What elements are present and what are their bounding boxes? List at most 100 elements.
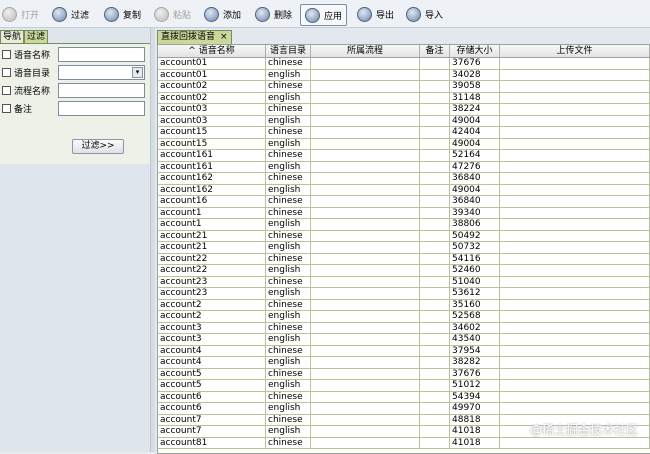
table-row[interactable]: account02 chinese 39058 bbox=[158, 81, 650, 93]
col-size-cell: 38224 bbox=[450, 104, 500, 116]
col-upload-cell bbox=[500, 380, 650, 392]
col-voice-name-cell: account15 bbox=[158, 138, 266, 150]
table-row[interactable]: account6 chinese 54394 bbox=[158, 391, 650, 403]
col-flow-cell bbox=[311, 380, 420, 392]
col-upload-header[interactable]: 上传文件 bbox=[500, 45, 650, 57]
col-language-header[interactable]: 语言目录 bbox=[266, 45, 311, 57]
col-voice-name-cell: account1 bbox=[158, 219, 266, 231]
col-flow-cell bbox=[311, 196, 420, 208]
tab-filter[interactable]: 过滤 bbox=[24, 30, 49, 44]
chevron-down-icon[interactable]: ▾ bbox=[132, 67, 143, 78]
flow-name-label: 流程名称 bbox=[14, 87, 51, 97]
table-row[interactable]: account22 english 52460 bbox=[158, 265, 650, 277]
col-language-cell: chinese bbox=[266, 276, 311, 288]
col-language-cell: chinese bbox=[266, 196, 311, 208]
col-language-cell: english bbox=[266, 242, 311, 254]
table-row[interactable]: account162 english 49004 bbox=[158, 184, 650, 196]
main-panel: 直拨回拨语音 × ^ 语音名称 语言目录 所属流程 备注 存储大小 上传文件 accoun… bbox=[155, 28, 650, 454]
close-icon[interactable]: × bbox=[220, 31, 228, 44]
col-upload-cell bbox=[500, 161, 650, 173]
flow-name-checkbox[interactable] bbox=[2, 86, 11, 95]
table-row[interactable]: account162 chinese 36840 bbox=[158, 173, 650, 185]
col-remark-cell bbox=[420, 150, 450, 162]
table-row[interactable]: account3 chinese 34602 bbox=[158, 322, 650, 334]
col-voice-name-cell: account162 bbox=[158, 184, 266, 196]
remark-input[interactable] bbox=[58, 101, 145, 116]
table-row[interactable]: account23 chinese 51040 bbox=[158, 276, 650, 288]
col-remark-cell bbox=[420, 437, 450, 449]
table-row[interactable]: account161 english 47276 bbox=[158, 161, 650, 173]
filter-toolbar-button[interactable]: 过滤 bbox=[52, 4, 89, 24]
table-row[interactable]: account16 chinese 36840 bbox=[158, 196, 650, 208]
tab-direct-callback-voice[interactable]: 直拨回拨语音 × bbox=[157, 30, 232, 44]
toolbar-button-label: 粘贴 bbox=[173, 10, 192, 21]
col-flow-cell bbox=[311, 391, 420, 403]
table-row[interactable]: account6 english 49970 bbox=[158, 403, 650, 415]
table-row[interactable]: account1 english 38806 bbox=[158, 219, 650, 231]
table-row[interactable]: account81 chinese 41018 bbox=[158, 437, 650, 449]
table-row[interactable]: account15 chinese 42404 bbox=[158, 127, 650, 139]
voice-dir-checkbox[interactable] bbox=[2, 68, 11, 77]
open-button[interactable]: 打开 bbox=[2, 4, 39, 24]
export-button[interactable]: 导出 bbox=[357, 4, 394, 24]
col-size-cell: 50732 bbox=[450, 242, 500, 254]
voice-name-checkbox[interactable] bbox=[2, 50, 11, 59]
col-remark-header[interactable]: 备注 bbox=[420, 45, 450, 57]
table-row[interactable]: account21 english 50732 bbox=[158, 242, 650, 254]
paste-icon bbox=[154, 6, 169, 22]
import-icon bbox=[406, 6, 421, 22]
col-size-cell: 42404 bbox=[450, 127, 500, 139]
delete-button[interactable]: 删除 bbox=[255, 4, 292, 24]
tab-nav[interactable]: 导航 bbox=[0, 30, 25, 44]
col-size-cell: 47276 bbox=[450, 161, 500, 173]
voice-name-input[interactable] bbox=[58, 47, 145, 62]
col-size-header[interactable]: 存储大小 bbox=[450, 45, 500, 57]
voice-dir-select[interactable]: ▾ bbox=[58, 65, 145, 80]
table-row[interactable]: account161 chinese 52164 bbox=[158, 150, 650, 162]
col-size-cell: 54116 bbox=[450, 253, 500, 265]
table-row[interactable]: account5 english 51012 bbox=[158, 380, 650, 392]
table-row[interactable]: account4 chinese 37954 bbox=[158, 345, 650, 357]
col-language-cell: chinese bbox=[266, 368, 311, 380]
table-row[interactable]: account01 chinese 37676 bbox=[158, 58, 650, 70]
table-row[interactable]: account1 chinese 39340 bbox=[158, 207, 650, 219]
table-row[interactable]: account4 english 38282 bbox=[158, 357, 650, 369]
table-row[interactable]: account02 english 31148 bbox=[158, 92, 650, 104]
col-upload-cell bbox=[500, 242, 650, 254]
import-button[interactable]: 导入 bbox=[406, 4, 443, 24]
col-flow-cell bbox=[311, 242, 420, 254]
col-language-cell: english bbox=[266, 219, 311, 231]
table-row[interactable]: account01 english 34028 bbox=[158, 69, 650, 81]
table-row[interactable]: account21 chinese 50492 bbox=[158, 230, 650, 242]
table-row[interactable]: account15 english 49004 bbox=[158, 138, 650, 150]
table-row[interactable]: account2 chinese 35160 bbox=[158, 299, 650, 311]
table-row[interactable]: account23 english 53612 bbox=[158, 288, 650, 300]
col-remark-cell bbox=[420, 322, 450, 334]
col-remark-cell bbox=[420, 92, 450, 104]
table-row[interactable]: account22 chinese 54116 bbox=[158, 253, 650, 265]
paste-button[interactable]: 粘贴 bbox=[154, 4, 191, 24]
table-row[interactable]: account03 english 49004 bbox=[158, 115, 650, 127]
col-upload-cell bbox=[500, 276, 650, 288]
col-size-cell: 41018 bbox=[450, 426, 500, 438]
col-language-cell: english bbox=[266, 265, 311, 277]
col-upload-cell bbox=[500, 391, 650, 403]
col-voice-name-header[interactable]: ^ 语音名称 bbox=[158, 45, 266, 57]
table-row[interactable]: account3 english 43540 bbox=[158, 334, 650, 346]
col-remark-cell bbox=[420, 196, 450, 208]
table-row[interactable]: account03 chinese 38224 bbox=[158, 104, 650, 116]
apply-button[interactable]: 应用 bbox=[300, 4, 348, 26]
toolbar-button-label: 导出 bbox=[376, 10, 395, 21]
col-flow-header[interactable]: 所属流程 bbox=[311, 45, 420, 57]
table-row[interactable]: account2 english 52568 bbox=[158, 311, 650, 323]
flow-name-input[interactable] bbox=[58, 83, 145, 98]
col-size-cell: 53612 bbox=[450, 288, 500, 300]
col-size-cell: 51040 bbox=[450, 276, 500, 288]
add-button[interactable]: 添加 bbox=[204, 4, 241, 24]
remark-checkbox[interactable] bbox=[2, 104, 11, 113]
filter-button[interactable]: 过滤>> bbox=[72, 139, 124, 154]
col-remark-cell bbox=[420, 69, 450, 81]
col-size-cell: 52164 bbox=[450, 150, 500, 162]
table-row[interactable]: account5 chinese 37676 bbox=[158, 368, 650, 380]
copy-button[interactable]: 复制 bbox=[104, 4, 141, 24]
